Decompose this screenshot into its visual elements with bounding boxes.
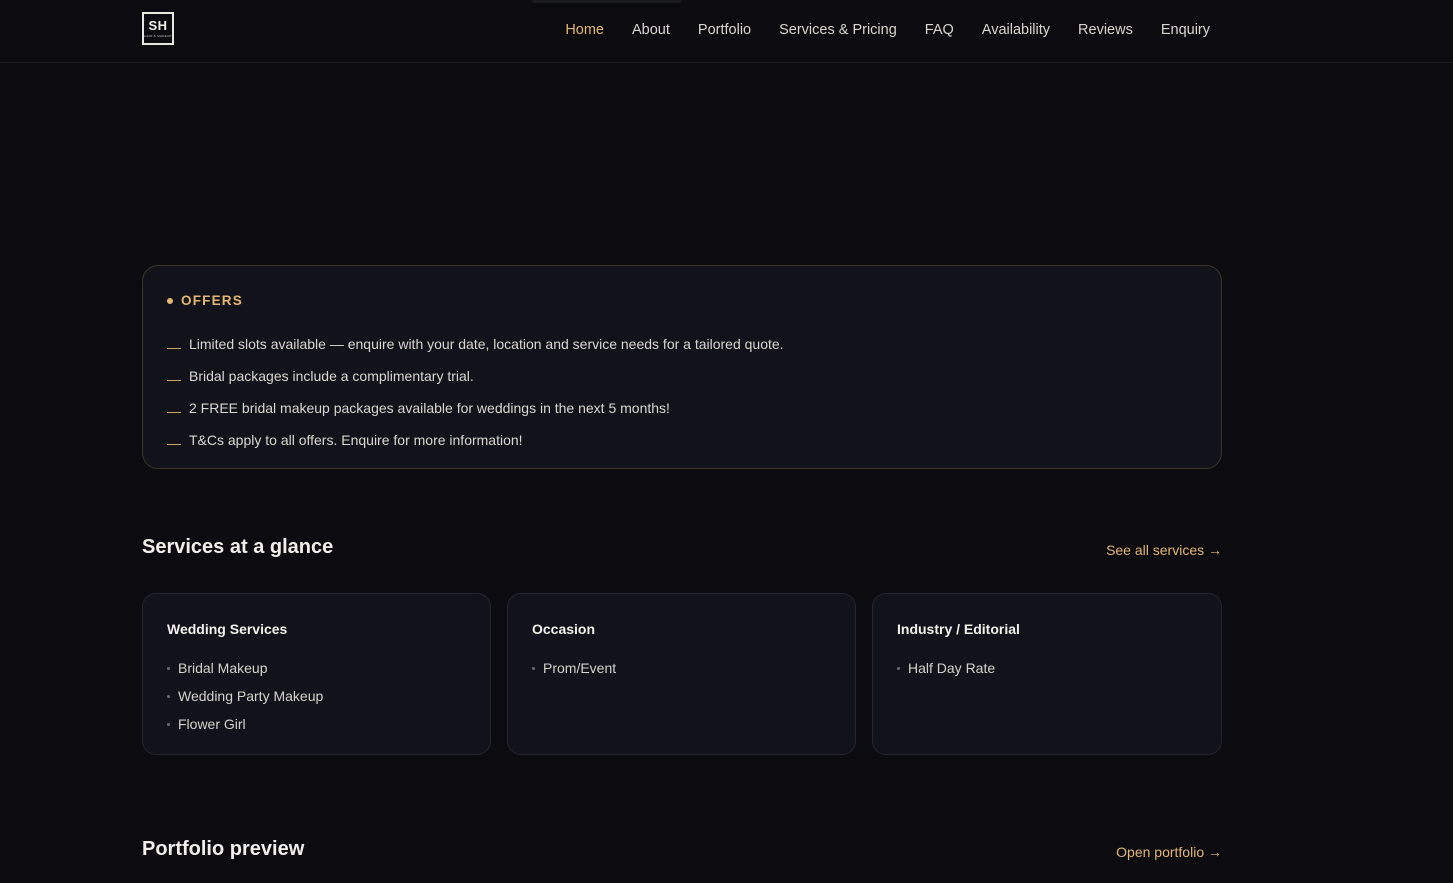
dash-icon (167, 347, 181, 349)
service-item: Half Day Rate (897, 654, 995, 682)
offers-heading: OFFERS (167, 293, 243, 308)
service-item: Flower Girl (167, 710, 323, 738)
offer-text: 2 FREE bridal makeup packages available … (189, 400, 670, 416)
bullet-icon (167, 694, 170, 698)
nav-link-enquiry[interactable]: Enquiry (1161, 21, 1210, 39)
offers-title: OFFERS (181, 293, 243, 308)
bullet-icon (897, 666, 900, 670)
nav-link-reviews[interactable]: Reviews (1078, 21, 1133, 39)
service-item-label: Flower Girl (178, 716, 246, 732)
offer-item: 2 FREE bridal makeup packages available … (167, 392, 784, 424)
open-portfolio-link[interactable]: Open portfolio → (1116, 844, 1222, 860)
service-list: Bridal Makeup Wedding Party Makeup Flowe… (167, 654, 323, 738)
offer-text: T&Cs apply to all offers. Enquire for mo… (189, 432, 523, 448)
dash-icon (167, 379, 181, 381)
service-item-label: Wedding Party Makeup (178, 688, 324, 704)
dash-icon (167, 411, 181, 413)
portfolio-section-title: Portfolio preview (142, 838, 305, 860)
service-list: Half Day Rate (897, 654, 995, 682)
service-item: Wedding Party Makeup (167, 682, 323, 710)
nav-link-portfolio[interactable]: Portfolio (698, 21, 751, 39)
offer-item: Bridal packages include a complimentary … (167, 360, 784, 392)
service-card-title: Occasion (532, 621, 596, 637)
bullet-icon (532, 666, 535, 670)
top-edge-highlight (532, 0, 682, 3)
service-card-industry-editorial[interactable]: Industry / Editorial Half Day Rate (872, 593, 1222, 755)
offers-list: Limited slots available — enquire with y… (167, 328, 784, 456)
bullet-icon (167, 666, 170, 670)
offer-item: Limited slots available — enquire with y… (167, 328, 784, 360)
top-navigation-bar: SH HAIR & MAKEUP Home About Portfolio Se… (0, 0, 1453, 63)
logo-tagline: HAIR & MAKEUP (144, 34, 172, 38)
offers-panel: OFFERS Limited slots available — enquire… (142, 265, 1222, 469)
service-item-label: Prom/Event (543, 660, 617, 676)
service-card-occasion[interactable]: Occasion Prom/Event (507, 593, 856, 755)
logo-monogram: SH (148, 18, 168, 33)
service-item: Bridal Makeup (167, 654, 323, 682)
offer-text: Limited slots available — enquire with y… (189, 336, 784, 352)
bullet-dot-icon (167, 297, 173, 304)
brand-logo[interactable]: SH HAIR & MAKEUP (142, 12, 174, 45)
service-item-label: Bridal Makeup (178, 660, 268, 676)
bullet-icon (167, 722, 170, 726)
nav-link-home[interactable]: Home (565, 21, 604, 39)
nav-link-services-pricing[interactable]: Services & Pricing (779, 21, 897, 39)
service-card-title: Wedding Services (167, 621, 288, 637)
service-card-title: Industry / Editorial (897, 621, 1020, 637)
see-all-services-link[interactable]: See all services → (1106, 542, 1222, 558)
service-item-label: Half Day Rate (908, 660, 996, 676)
offer-text: Bridal packages include a complimentary … (189, 368, 474, 384)
service-card-wedding[interactable]: Wedding Services Bridal Makeup Wedding P… (142, 593, 491, 755)
service-item: Prom/Event (532, 654, 616, 682)
nav-link-about[interactable]: About (632, 21, 670, 39)
service-list: Prom/Event (532, 654, 616, 682)
main-nav: Home About Portfolio Services & Pricing … (565, 21, 1210, 39)
dash-icon (167, 443, 181, 445)
offer-item: T&Cs apply to all offers. Enquire for mo… (167, 424, 784, 456)
services-section-title: Services at a glance (142, 536, 334, 558)
nav-link-faq[interactable]: FAQ (925, 21, 954, 39)
nav-link-availability[interactable]: Availability (982, 21, 1050, 39)
